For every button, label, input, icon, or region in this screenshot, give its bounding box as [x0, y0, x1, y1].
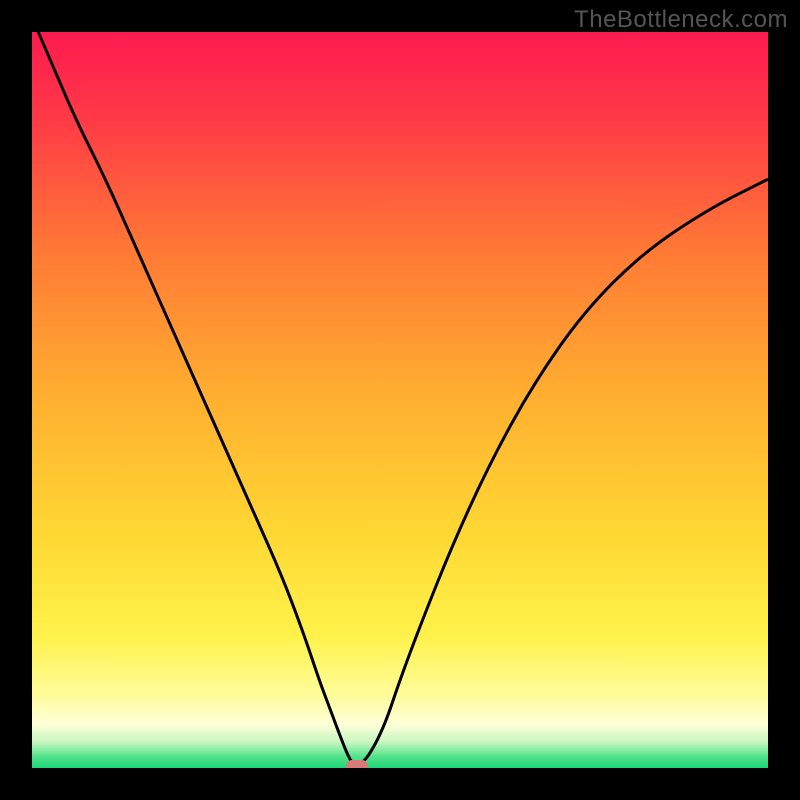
- plot-area: [32, 32, 768, 768]
- chart-frame: TheBottleneck.com: [0, 0, 800, 800]
- bottleneck-curve: [32, 32, 768, 766]
- minimum-marker: [346, 760, 368, 768]
- watermark-text: TheBottleneck.com: [574, 6, 788, 34]
- curve-layer: [32, 32, 768, 768]
